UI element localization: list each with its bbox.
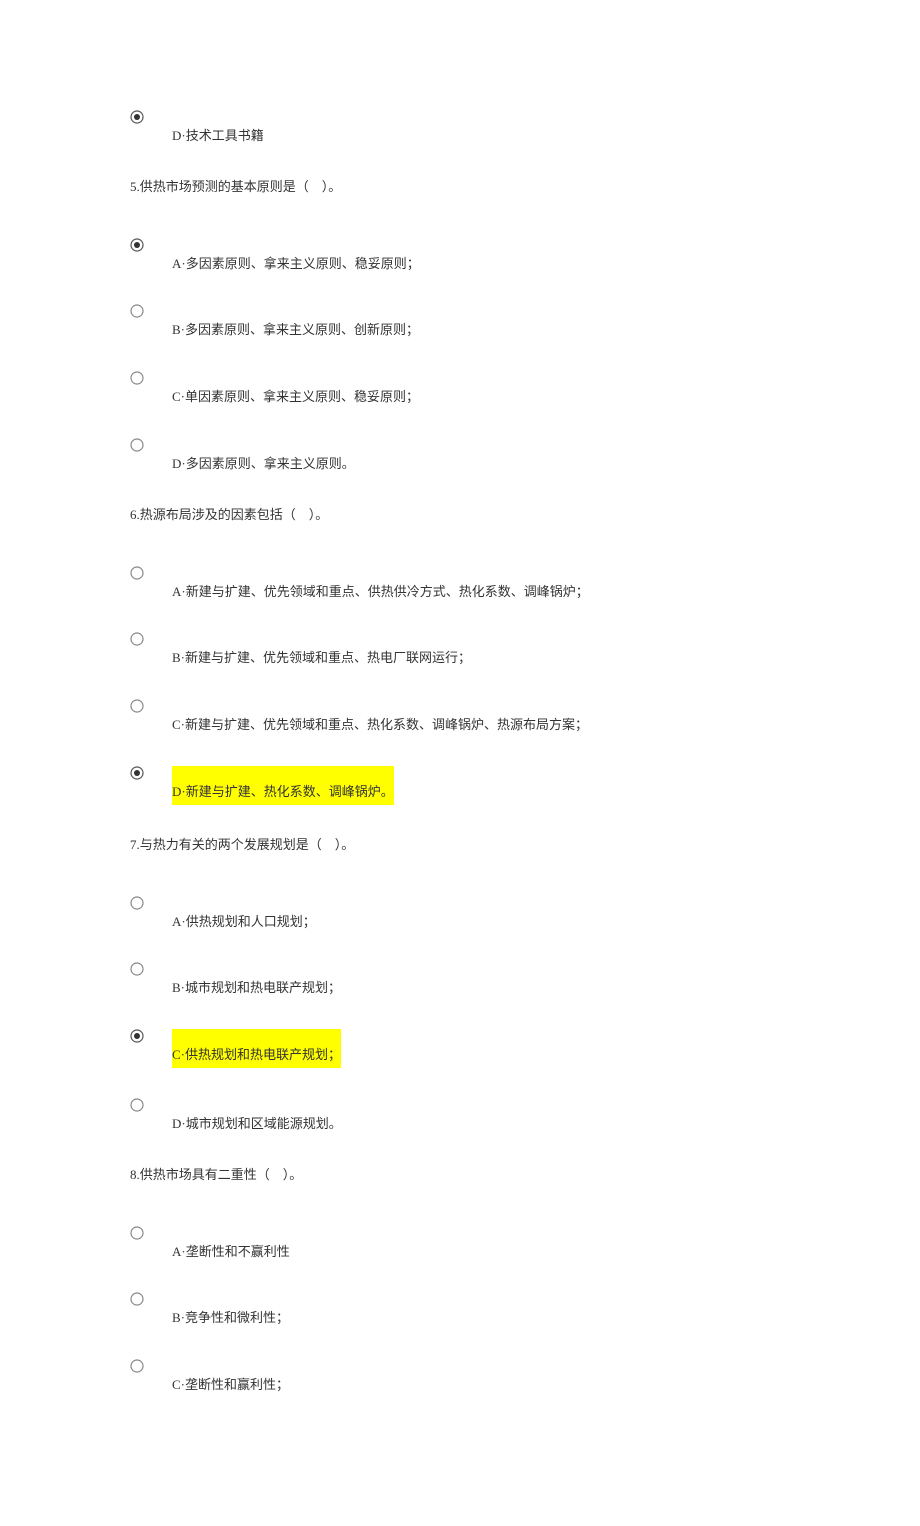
question-text: 5.供热市场预测的基本原则是（ ）。 — [130, 177, 790, 198]
radio-selected-icon[interactable] — [130, 238, 144, 252]
option-row: A·垄断性和不赢利性 — [130, 1226, 790, 1263]
option-text: B·城市规划和热电联产规划； — [172, 962, 341, 999]
option-text: C·单因素原则、拿来主义原则、稳妥原则； — [172, 371, 419, 408]
option-row: B·竞争性和微利性； — [130, 1292, 790, 1329]
question-text: 7.与热力有关的两个发展规划是（ ）。 — [130, 835, 790, 856]
option-text: A·新建与扩建、优先领域和重点、供热供冷方式、热化系数、调峰锅炉； — [172, 566, 589, 603]
radio-unselected-icon[interactable] — [130, 1292, 144, 1306]
option-text: C·供热规划和热电联产规划； — [172, 1029, 341, 1068]
radio-unselected-icon[interactable] — [130, 1098, 144, 1112]
option-row: C·供热规划和热电联产规划； — [130, 1029, 790, 1068]
option-row: C·垄断性和赢利性； — [130, 1359, 790, 1396]
option-row: B·新建与扩建、优先领域和重点、热电厂联网运行； — [130, 632, 790, 669]
option-text: A·多因素原则、拿来主义原则、稳妥原则； — [172, 238, 420, 275]
radio-unselected-icon[interactable] — [130, 962, 144, 976]
option-text: D·城市规划和区域能源规划。 — [172, 1098, 342, 1135]
option-text: A·垄断性和不赢利性 — [172, 1226, 290, 1263]
question-text: 8.供热市场具有二重性（ ）。 — [130, 1165, 790, 1186]
option-row: A·供热规划和人口规划； — [130, 896, 790, 933]
option-text: D·多因素原则、拿来主义原则。 — [172, 438, 355, 475]
option-text: B·多因素原则、拿来主义原则、创新原则； — [172, 304, 419, 341]
option-row: C·新建与扩建、优先领域和重点、热化系数、调峰锅炉、热源布局方案； — [130, 699, 790, 736]
radio-selected-icon[interactable] — [130, 1029, 144, 1043]
option-row: C·单因素原则、拿来主义原则、稳妥原则； — [130, 371, 790, 408]
option-text: C·垄断性和赢利性； — [172, 1359, 289, 1396]
option-text: D·技术工具书籍 — [172, 110, 264, 147]
page-content: D·技术工具书籍 5.供热市场预测的基本原则是（ ）。 A·多因素原则、拿来主义原… — [0, 0, 920, 1526]
option-text: C·新建与扩建、优先领域和重点、热化系数、调峰锅炉、热源布局方案； — [172, 699, 588, 736]
option-text: B·竞争性和微利性； — [172, 1292, 289, 1329]
radio-unselected-icon[interactable] — [130, 1359, 144, 1373]
radio-unselected-icon[interactable] — [130, 371, 144, 385]
radio-selected-icon[interactable] — [130, 766, 144, 780]
option-row: D·城市规划和区域能源规划。 — [130, 1098, 790, 1135]
question-text: 6.热源布局涉及的因素包括（ ）。 — [130, 505, 790, 526]
radio-unselected-icon[interactable] — [130, 632, 144, 646]
radio-unselected-icon[interactable] — [130, 1226, 144, 1240]
option-text: A·供热规划和人口规划； — [172, 896, 316, 933]
option-text: B·新建与扩建、优先领域和重点、热电厂联网运行； — [172, 632, 471, 669]
option-row: B·多因素原则、拿来主义原则、创新原则； — [130, 304, 790, 341]
radio-unselected-icon[interactable] — [130, 896, 144, 910]
radio-unselected-icon[interactable] — [130, 699, 144, 713]
option-row: D·技术工具书籍 — [130, 110, 790, 147]
option-row: D·多因素原则、拿来主义原则。 — [130, 438, 790, 475]
option-row: A·新建与扩建、优先领域和重点、供热供冷方式、热化系数、调峰锅炉； — [130, 566, 790, 603]
option-text: D·新建与扩建、热化系数、调峰锅炉。 — [172, 766, 394, 805]
radio-unselected-icon[interactable] — [130, 304, 144, 318]
option-row: D·新建与扩建、热化系数、调峰锅炉。 — [130, 766, 790, 805]
option-row: A·多因素原则、拿来主义原则、稳妥原则； — [130, 238, 790, 275]
option-row: B·城市规划和热电联产规划； — [130, 962, 790, 999]
radio-selected-icon[interactable] — [130, 110, 144, 124]
radio-unselected-icon[interactable] — [130, 438, 144, 452]
radio-unselected-icon[interactable] — [130, 566, 144, 580]
